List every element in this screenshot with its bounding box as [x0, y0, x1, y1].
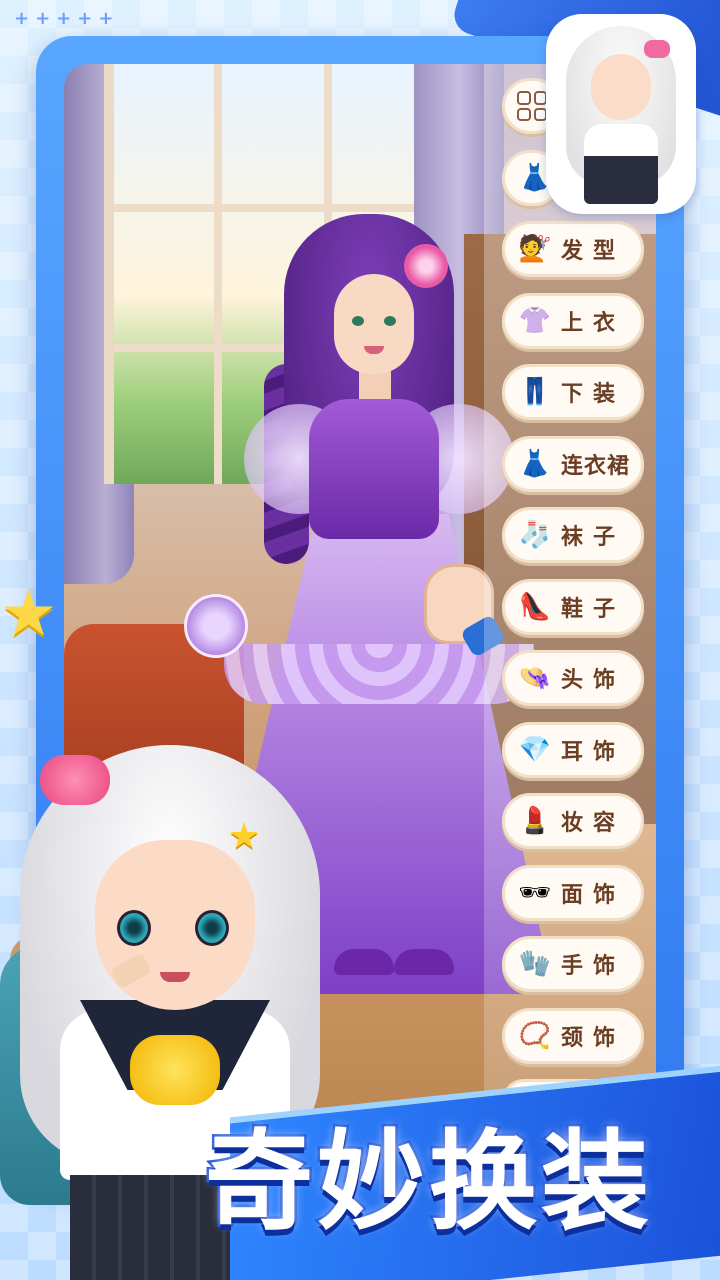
hair-icon: 💇 [518, 234, 552, 264]
rose-purse-icon [184, 594, 248, 658]
category-label: 连衣裙 [561, 453, 631, 479]
avatar-bow-icon [644, 40, 670, 58]
pants-icon: 👖 [518, 377, 552, 407]
category-hair-button[interactable]: 💇 发型 [502, 221, 644, 277]
necklace-icon: 📿 [518, 1020, 552, 1051]
model-gown-bodice [309, 399, 439, 539]
category-dress-button[interactable]: 👗 连衣裙 [502, 435, 644, 492]
category-makeup-button[interactable]: 💄 妆容 [502, 793, 644, 849]
category-socks-button[interactable]: 🧦 袜子 [502, 507, 644, 563]
category-headwear-button[interactable]: 👒 头饰 [502, 650, 644, 706]
glove-icon: 🧤 [518, 949, 552, 979]
category-label: 下装 [561, 382, 626, 407]
model-eye [352, 316, 364, 326]
category-necklace-button[interactable]: 📿 颈饰 [502, 1007, 644, 1064]
category-bottom-button[interactable]: 👖 下装 [502, 364, 644, 420]
bandage-icon [109, 952, 153, 990]
hat-icon: 👒 [518, 663, 552, 693]
avatar-face [591, 54, 651, 120]
category-label: 颈饰 [561, 1025, 626, 1051]
model-eye [384, 316, 396, 326]
category-label: 耳饰 [561, 739, 626, 765]
category-label: 面饰 [561, 882, 626, 908]
shirt-icon: 👚 [518, 305, 552, 336]
player-avatar[interactable] [546, 14, 696, 214]
mascot-mouth [160, 972, 190, 982]
category-top-button[interactable]: 👚 上衣 [502, 292, 644, 349]
model-face [334, 274, 414, 374]
makeup-icon: 💄 [518, 806, 552, 836]
game-title: 奇妙换装 [203, 1118, 654, 1248]
category-face-accessory-button[interactable]: 🕶 面饰 [502, 864, 644, 921]
category-label: 上衣 [561, 310, 626, 336]
category-shoes-button[interactable]: 👠 鞋子 [502, 578, 644, 635]
category-menu: 👗 💇 发型 👚 上衣 👖 下装 👗 连衣裙 🧦 袜子 👠 鞋子 👒 头饰 💎 … [502, 78, 646, 1117]
earring-icon: 💎 [518, 734, 552, 765]
hair-star-icon: ★ [228, 816, 261, 857]
category-label: 妆容 [561, 811, 626, 836]
mascot-bow-tie [130, 1035, 220, 1105]
category-label: 发型 [561, 239, 626, 264]
grid-icon [517, 91, 547, 121]
model-shoe [334, 949, 394, 975]
category-label: 手饰 [561, 954, 626, 979]
avatar-uniform [584, 124, 658, 204]
hair-flower-icon [404, 244, 448, 288]
decorative-plus-signs: +++++ [14, 8, 120, 29]
hair-bow-icon [40, 755, 110, 805]
mascot-eye [195, 910, 229, 946]
shoes-icon: 👠 [518, 591, 552, 622]
model-shoe [394, 949, 454, 975]
star-icon: ★ [0, 577, 58, 651]
category-earrings-button[interactable]: 💎 耳饰 [502, 721, 644, 778]
category-hand-accessory-button[interactable]: 🧤 手饰 [502, 936, 644, 992]
mascot-face [95, 840, 255, 1010]
mascot-eye [117, 910, 151, 946]
window-frame-bar [114, 204, 424, 212]
socks-icon: 🧦 [518, 520, 552, 550]
category-label: 鞋子 [561, 596, 626, 622]
sunglasses-icon: 🕶 [518, 877, 552, 908]
category-label: 袜子 [561, 525, 626, 550]
dress-icon: 👗 [518, 448, 552, 479]
category-label: 头饰 [561, 668, 626, 693]
model-mouth [364, 346, 384, 354]
